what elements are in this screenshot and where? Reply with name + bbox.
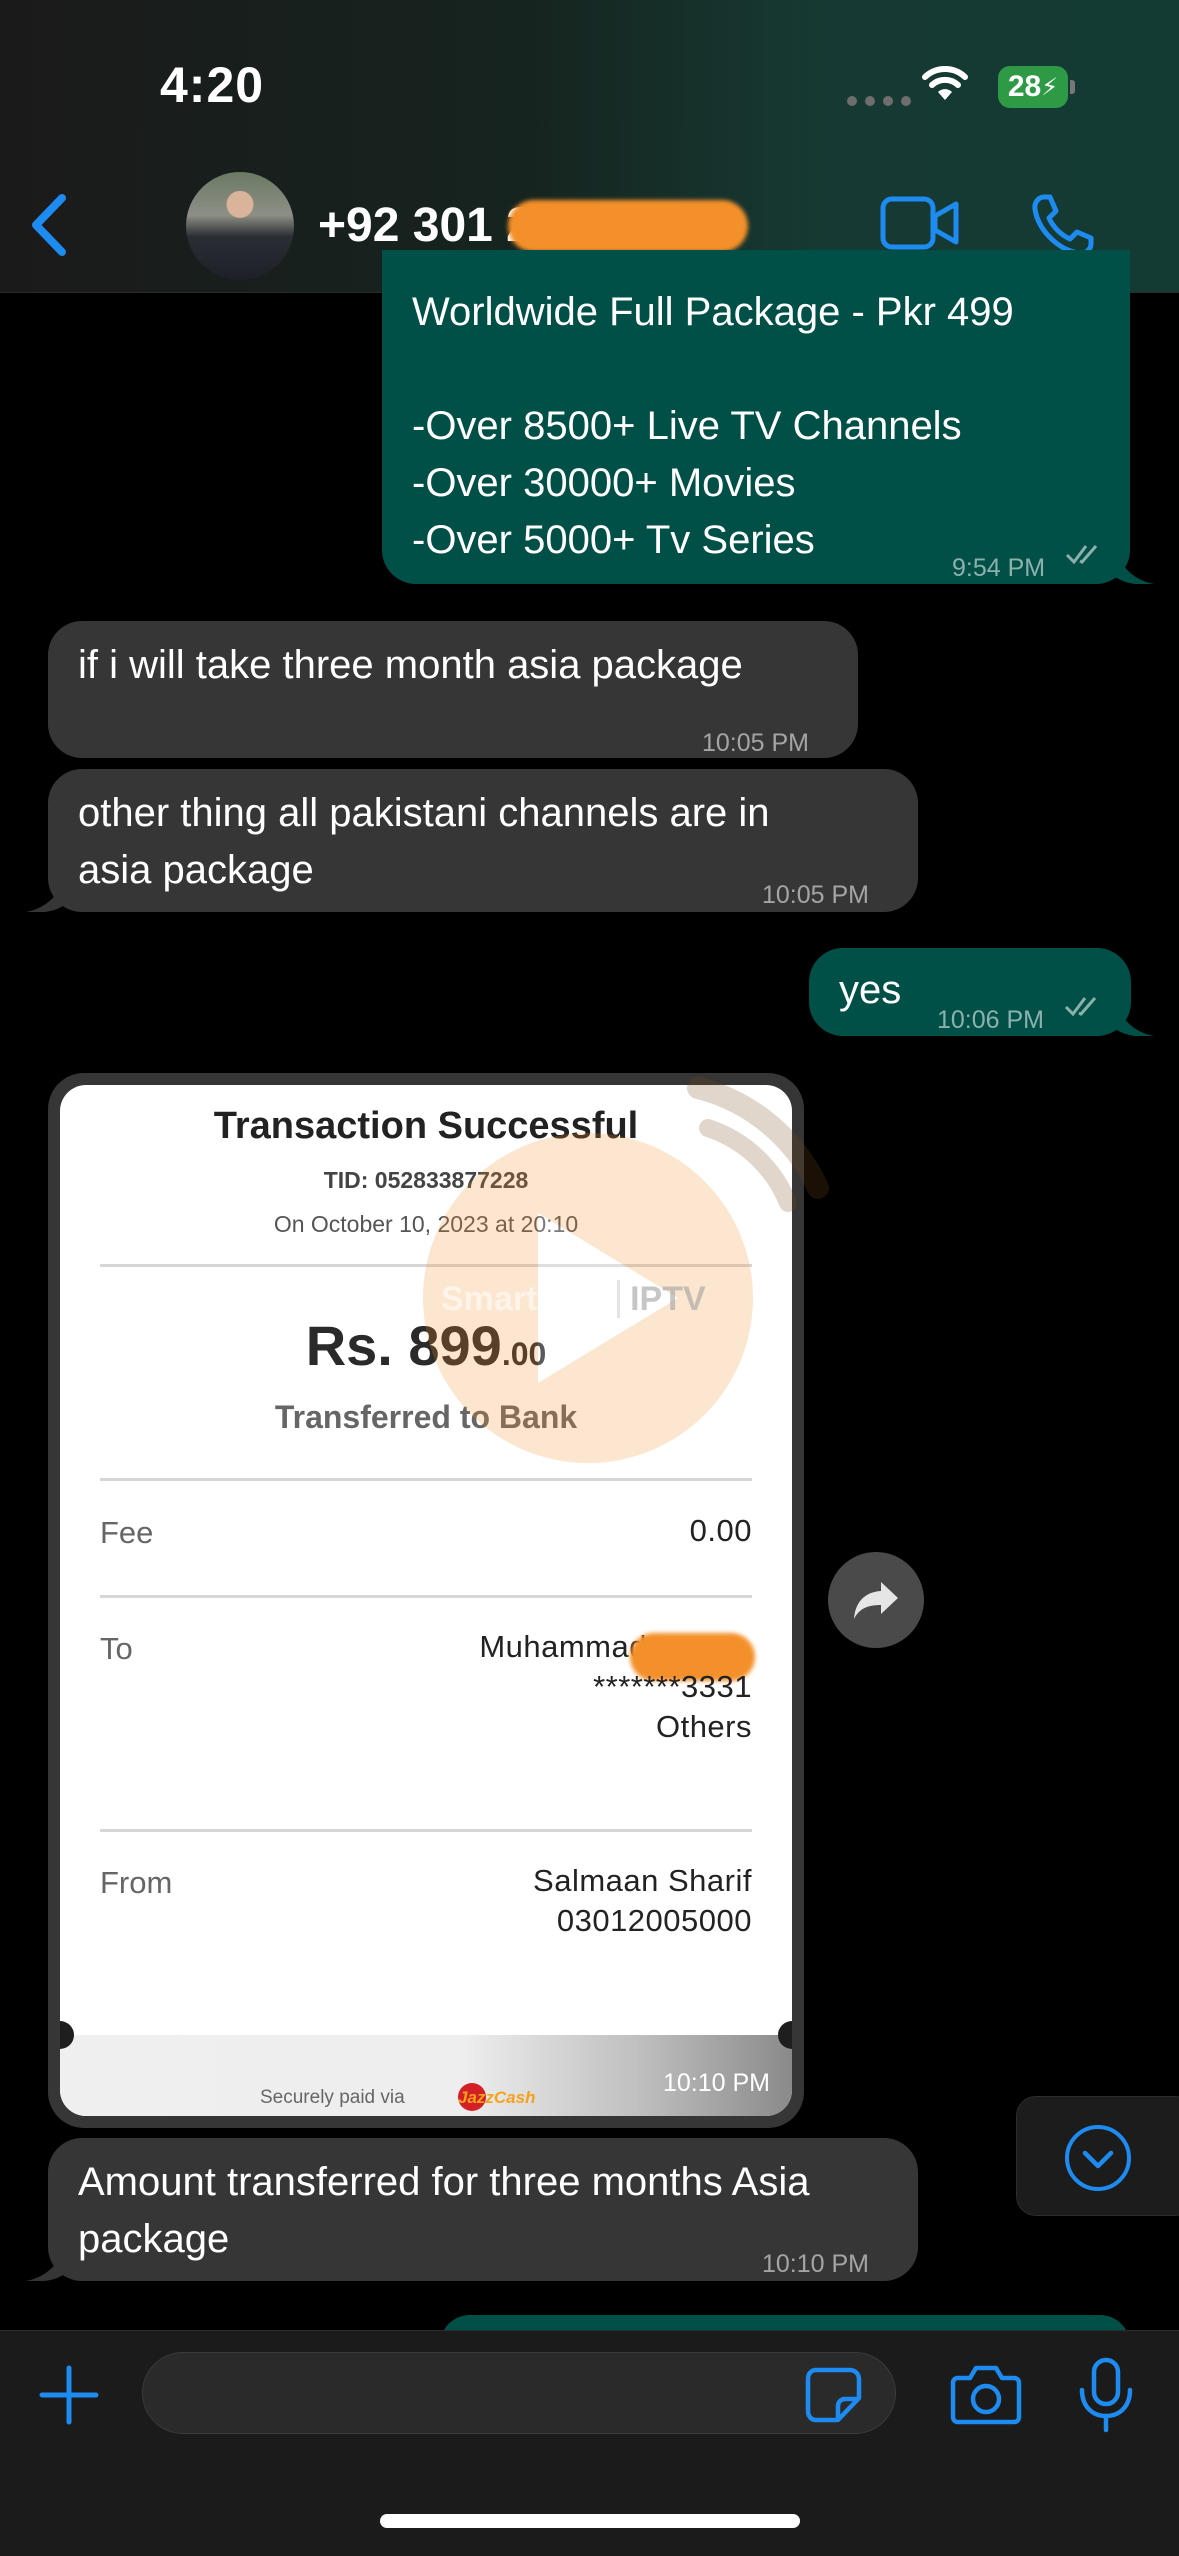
image-message[interactable]: Transaction Successful TID: 052833877228… <box>48 1073 804 2128</box>
home-indicator <box>380 2514 800 2528</box>
chevron-down-icon <box>1065 2125 1131 2191</box>
receipt-amount: Rs. 899.00 <box>60 1313 792 1378</box>
divider <box>100 1595 752 1598</box>
message-bubble-incoming[interactable]: Amount transferred for three months Asia… <box>48 2138 918 2281</box>
message-text: if i will take three month asia package <box>78 643 743 687</box>
message-time: 10:05 PM <box>762 881 870 909</box>
message-text: Amount transferred for three months Asia… <box>78 2160 810 2261</box>
receipt-image[interactable]: Transaction Successful TID: 052833877228… <box>60 1085 792 2116</box>
to-name: Muhammad <box>479 1629 647 1664</box>
bubble-tail <box>26 872 66 912</box>
divider <box>100 1829 752 1832</box>
bubble-tail <box>1114 544 1154 584</box>
wifi-icon <box>922 66 968 100</box>
bubble-tail <box>1114 996 1154 1036</box>
image-time: 10:10 PM <box>662 2069 770 2097</box>
bubble-tail <box>26 2241 66 2281</box>
from-label: From <box>100 1865 173 1900</box>
receipt-date: On October 10, 2023 at 20:10 <box>273 1211 579 1237</box>
video-call-icon[interactable] <box>880 196 960 250</box>
message-text: Worldwide Full Package - Pkr 499 -Over 8… <box>412 290 1014 562</box>
jazzcash-logo: JazzCash <box>458 2083 535 2111</box>
to-account: *******3331 <box>593 1669 752 1704</box>
sticker-icon[interactable] <box>804 2366 864 2424</box>
battery-icon: 28 ⚡ <box>998 66 1076 108</box>
from-name: Salmaan Sharif <box>533 1863 752 1898</box>
status-time: 4:20 <box>160 57 265 113</box>
amount-cents: .00 <box>501 1336 547 1372</box>
contact-number[interactable]: +92 301 2 <box>318 198 533 253</box>
phone-call-icon[interactable] <box>1030 192 1096 258</box>
svg-text:JazzCash: JazzCash <box>458 2088 535 2107</box>
scroll-to-bottom-button[interactable] <box>1016 2096 1179 2216</box>
battery-level: 28 <box>1007 70 1042 103</box>
receipt-title: Transaction Successful <box>213 1105 639 1147</box>
forward-arrow-icon <box>854 1582 898 1619</box>
divider <box>100 1264 752 1267</box>
message-input[interactable] <box>142 2352 896 2434</box>
message-time: 10:06 PM <box>937 1006 1045 1034</box>
transfer-type: Transferred to Bank <box>274 1399 578 1435</box>
to-bank: Others <box>655 1709 752 1744</box>
camera-icon[interactable] <box>950 2362 1022 2426</box>
message-time: 9:54 PM <box>952 554 1046 582</box>
from-number: 03012005000 <box>556 1903 752 1938</box>
redaction-mark <box>508 200 748 252</box>
message-text: yes <box>839 968 902 1012</box>
fee-value: 0.00 <box>689 1513 752 1548</box>
cellular-signal-icon <box>847 96 911 106</box>
back-chevron-icon[interactable] <box>20 190 80 260</box>
message-bubble-outgoing[interactable]: Worldwide Full Package - Pkr 499 -Over 8… <box>382 250 1130 584</box>
fee-label: Fee <box>100 1515 154 1550</box>
message-time: 10:05 PM <box>702 729 810 757</box>
message-bubble-incoming[interactable]: if i will take three month asia package … <box>48 621 858 758</box>
message-text: other thing all pakistani channels are i… <box>78 791 770 892</box>
receipt-tid: TID: 052833877228 <box>323 1167 529 1193</box>
message-bubble-incoming[interactable]: other thing all pakistani channels are i… <box>48 769 918 912</box>
secure-text: Securely paid via <box>260 2087 405 2108</box>
divider <box>100 1478 752 1481</box>
read-ticks-icon <box>1065 545 1098 565</box>
read-ticks-icon <box>1064 997 1097 1017</box>
avatar[interactable] <box>186 172 294 280</box>
microphone-icon[interactable] <box>1076 2356 1136 2436</box>
to-label: To <box>100 1631 133 1666</box>
plus-icon[interactable] <box>36 2362 102 2428</box>
message-time: 10:10 PM <box>762 2250 870 2278</box>
forward-button[interactable] <box>828 1552 924 1648</box>
message-bubble-outgoing[interactable]: yes 10:06 PM <box>809 948 1131 1036</box>
amount-main: Rs. 899 <box>305 1314 502 1377</box>
